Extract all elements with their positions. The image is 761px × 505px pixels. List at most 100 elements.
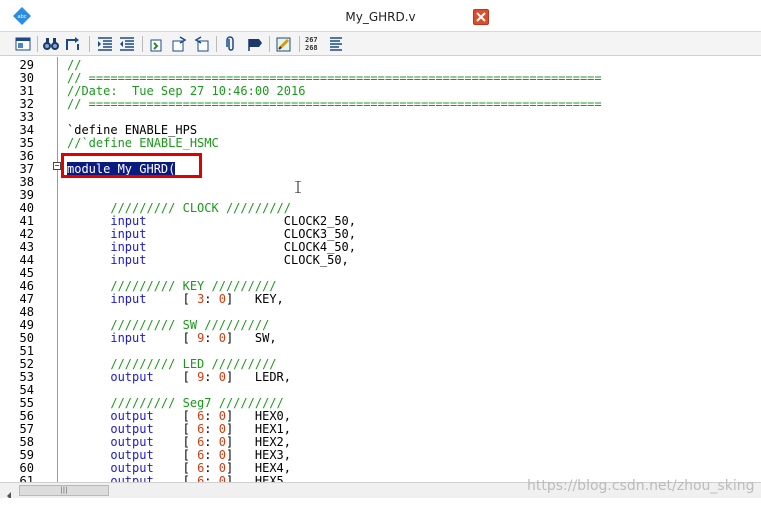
flag-button[interactable] bbox=[246, 35, 264, 53]
code-token: output bbox=[67, 448, 154, 462]
code-token: output bbox=[67, 474, 154, 483]
code-token: //`define ENABLE_HSMC bbox=[67, 136, 219, 150]
code-editor[interactable]: 29//30// ===============================… bbox=[0, 57, 761, 483]
scroll-left-icon[interactable] bbox=[5, 486, 13, 500]
code-token: CLOCK2_50, bbox=[146, 214, 356, 228]
line-count-indicator[interactable]: 267 268 bbox=[305, 36, 318, 52]
code-token: output bbox=[67, 461, 154, 475]
edit-button[interactable] bbox=[275, 35, 293, 53]
indent-button[interactable] bbox=[96, 35, 114, 53]
code-token: 0 bbox=[218, 461, 226, 475]
window-layout-button[interactable] bbox=[14, 35, 32, 53]
line-text: input CLOCK_50, bbox=[67, 253, 349, 267]
outdent-icon bbox=[120, 37, 134, 51]
next-bookmark-icon bbox=[194, 36, 209, 52]
code-token: [ bbox=[146, 292, 198, 306]
code-line[interactable]: 50 input [ 9: 0] SW, bbox=[0, 332, 761, 345]
code-token: : bbox=[204, 292, 219, 306]
attach-button[interactable] bbox=[222, 35, 240, 53]
code-token: `define ENABLE_HPS bbox=[67, 123, 198, 137]
title-bar: abc My_GHRD.v bbox=[0, 0, 761, 32]
code-token: [ bbox=[153, 409, 198, 423]
code-token: : bbox=[204, 370, 219, 384]
fold-toggle-icon[interactable]: − bbox=[53, 162, 61, 170]
code-token: 0 bbox=[218, 370, 226, 384]
code-token: : bbox=[204, 435, 219, 449]
code-token: [ bbox=[153, 448, 198, 462]
code-token: : bbox=[204, 422, 219, 436]
code-token: input bbox=[67, 214, 147, 228]
annotation-highlight-box bbox=[61, 153, 202, 178]
code-token: CLOCK3_50, bbox=[146, 227, 356, 241]
code-token: input bbox=[67, 240, 147, 254]
code-token: ] LEDR, bbox=[225, 370, 292, 384]
code-token: ///////// KEY ///////// bbox=[67, 279, 277, 293]
list-view-button[interactable] bbox=[327, 35, 345, 53]
code-token: : bbox=[204, 331, 219, 345]
window-title: My_GHRD.v bbox=[345, 10, 416, 24]
code-token: 0 bbox=[218, 422, 226, 436]
code-line[interactable]: 53 output [ 9: 0] LEDR, bbox=[0, 371, 761, 384]
code-token: ] HEX3, bbox=[225, 448, 292, 462]
code-token: // =====================================… bbox=[67, 97, 602, 111]
code-token: 0 bbox=[218, 448, 226, 462]
line-count-bottom: 268 bbox=[305, 44, 318, 52]
close-icon bbox=[476, 12, 486, 22]
code-token: [ bbox=[146, 331, 198, 345]
bookmark-button[interactable] bbox=[148, 35, 166, 53]
binoculars-icon bbox=[43, 38, 59, 50]
code-token: : bbox=[204, 448, 219, 462]
code-token: 0 bbox=[218, 409, 226, 423]
line-text: input [ 9: 0] SW, bbox=[67, 331, 277, 345]
code-line[interactable]: 32// ===================================… bbox=[0, 98, 761, 111]
paperclip-icon bbox=[226, 36, 234, 51]
code-token: ] KEY, bbox=[225, 292, 284, 306]
code-token: : bbox=[204, 409, 219, 423]
code-line[interactable]: 47 input [ 3: 0] KEY, bbox=[0, 293, 761, 306]
code-token: output bbox=[67, 370, 154, 384]
code-token: ] HEX5, bbox=[225, 474, 292, 483]
list-lines-icon bbox=[330, 37, 342, 51]
code-token: ] HEX4, bbox=[225, 461, 292, 475]
find-button[interactable] bbox=[42, 35, 60, 53]
code-token: ] SW, bbox=[225, 331, 277, 345]
code-token: // bbox=[67, 58, 82, 72]
code-line[interactable]: 35//`define ENABLE_HSMC bbox=[0, 137, 761, 150]
line-count-top: 267 bbox=[305, 36, 318, 44]
line-text: output [ 9: 0] LEDR, bbox=[67, 371, 291, 384]
prev-bookmark-button[interactable] bbox=[170, 35, 188, 53]
code-token: CLOCK_50, bbox=[146, 253, 349, 267]
code-token: input bbox=[67, 253, 147, 267]
code-token: input bbox=[67, 292, 147, 306]
line-number: 61 bbox=[19, 474, 34, 483]
code-token: [ bbox=[153, 370, 198, 384]
toolbar: 267 268 bbox=[0, 32, 761, 56]
code-token: CLOCK4_50, bbox=[146, 240, 356, 254]
code-token: 0 bbox=[218, 474, 226, 483]
bottom-strip bbox=[0, 498, 761, 505]
code-token: [ bbox=[153, 474, 198, 483]
code-token: ///////// LED ///////// bbox=[67, 357, 277, 371]
line-text: output [ 6: 0] HEX5, bbox=[67, 474, 292, 483]
line-text: input [ 3: 0] KEY, bbox=[67, 292, 284, 306]
code-token: output bbox=[67, 422, 154, 436]
code-line[interactable]: 44 input CLOCK_50, bbox=[0, 254, 761, 267]
code-token: ///////// SW ///////// bbox=[67, 318, 270, 332]
line-text: //`define ENABLE_HSMC bbox=[67, 137, 219, 150]
close-button[interactable] bbox=[473, 9, 489, 25]
code-token: ] HEX0, bbox=[225, 409, 292, 423]
scrollbar-thumb[interactable]: ||| bbox=[19, 485, 109, 496]
code-token: 0 bbox=[218, 331, 226, 345]
code-token: // =====================================… bbox=[67, 71, 602, 85]
prev-bookmark-icon bbox=[172, 36, 187, 52]
code-token: ///////// Seg7 ///////// bbox=[67, 396, 284, 410]
line-text: // =====================================… bbox=[67, 98, 602, 111]
code-token: output bbox=[67, 409, 154, 423]
goto-button[interactable] bbox=[64, 35, 82, 53]
code-token: [ bbox=[153, 422, 198, 436]
goto-arrow-icon bbox=[66, 37, 79, 50]
window-layout-icon bbox=[15, 37, 31, 51]
outdent-button[interactable] bbox=[118, 35, 136, 53]
next-bookmark-button[interactable] bbox=[193, 35, 211, 53]
pencil-edit-icon bbox=[276, 37, 291, 52]
